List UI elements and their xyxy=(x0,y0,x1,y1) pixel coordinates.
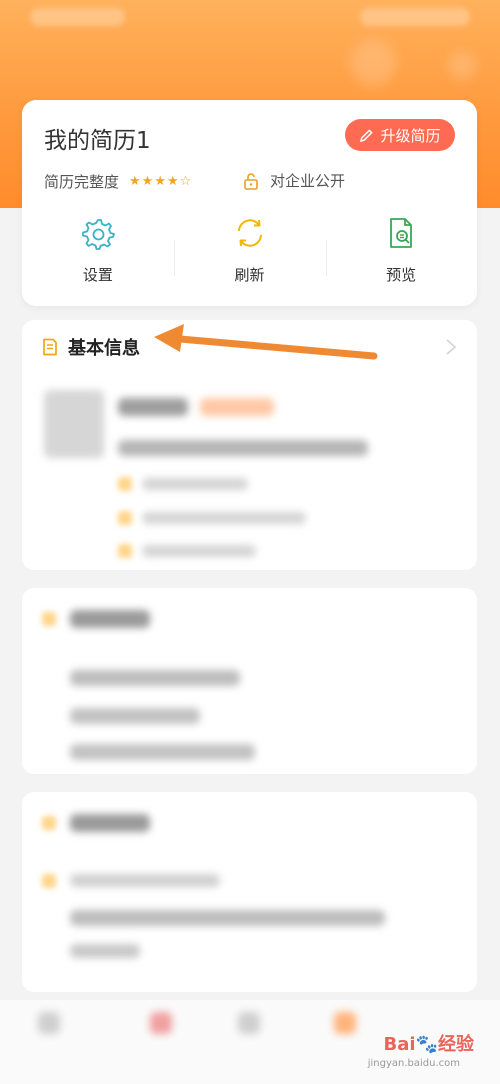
annotation-arrow xyxy=(154,324,378,360)
line-blurred xyxy=(70,744,255,760)
star-filled-icon: ★ xyxy=(154,174,166,189)
line-blurred xyxy=(70,874,220,887)
phone-blurred xyxy=(142,478,248,490)
settings-button[interactable]: 设置 xyxy=(22,216,174,296)
email-icon-blurred xyxy=(118,511,132,525)
tab-icon-blurred[interactable] xyxy=(150,1012,172,1034)
star-filled-icon: ★ xyxy=(129,174,141,189)
work-experience-card xyxy=(22,588,477,774)
watermark-url: jingyan.baidu.com xyxy=(367,1058,460,1069)
document-note-icon xyxy=(43,338,57,356)
avatar-blurred xyxy=(44,390,104,458)
preview-document-icon xyxy=(390,218,413,248)
line-blurred xyxy=(70,708,200,724)
email-blurred xyxy=(142,512,306,524)
refresh-label: 刷新 xyxy=(234,266,265,284)
header-decoration-blurred xyxy=(350,40,396,86)
resume-card: 我的简历1 升级简历 简历完整度 ★ ★ ★ ★ ☆ 对企业公开 设置 刷新 预… xyxy=(22,100,477,306)
header-icon-blurred xyxy=(448,52,476,80)
refresh-icon xyxy=(237,219,262,247)
star-filled-icon: ★ xyxy=(141,174,154,189)
watermark-logo: Bai🐾经验 xyxy=(383,1034,474,1055)
star-filled-icon: ★ xyxy=(166,174,179,189)
status-icons-blurred xyxy=(360,8,470,26)
item-icon-blurred xyxy=(42,874,56,888)
tag-blurred xyxy=(200,398,274,416)
tab-icon-blurred[interactable] xyxy=(334,1012,356,1034)
section-title-blurred xyxy=(70,610,150,628)
resume-completeness: 简历完整度 ★ ★ ★ ★ ☆ xyxy=(44,171,192,192)
gear-icon xyxy=(81,219,115,250)
edit-pencil-icon xyxy=(360,129,373,142)
location-blurred xyxy=(142,545,256,557)
refresh-button[interactable]: 刷新 xyxy=(174,216,326,296)
unlock-icon xyxy=(244,172,258,190)
name-blurred xyxy=(118,398,188,416)
status-bar-blurred xyxy=(30,8,125,26)
section-icon-blurred xyxy=(42,612,56,626)
section-icon-blurred xyxy=(42,816,56,830)
preview-label: 预览 xyxy=(386,266,417,284)
basic-info-header[interactable]: 基本信息 xyxy=(42,334,140,360)
location-icon-blurred xyxy=(118,544,132,558)
line-blurred xyxy=(70,944,140,958)
line-blurred xyxy=(70,670,240,686)
preview-button[interactable]: 预览 xyxy=(325,216,477,296)
tab-icon-blurred[interactable] xyxy=(38,1012,60,1034)
resume-actions: 设置 刷新 预览 xyxy=(22,216,477,296)
phone-icon-blurred xyxy=(118,477,132,491)
public-status-toggle[interactable]: 对企业公开 xyxy=(242,170,345,191)
upgrade-resume-button[interactable]: 升级简历 xyxy=(345,119,455,151)
summary-blurred xyxy=(118,440,368,456)
completeness-stars: ★ ★ ★ ★ ☆ xyxy=(129,175,192,188)
section-title-blurred xyxy=(70,814,150,832)
tab-icon-blurred[interactable] xyxy=(238,1012,260,1034)
chevron-right-icon[interactable] xyxy=(445,338,457,356)
star-empty-icon: ☆ xyxy=(179,174,192,189)
public-status-label: 对企业公开 xyxy=(270,172,346,190)
upgrade-resume-label: 升级简历 xyxy=(380,126,441,145)
education-card xyxy=(22,792,477,992)
completeness-label: 简历完整度 xyxy=(44,173,120,191)
basic-info-title: 基本信息 xyxy=(68,338,140,359)
settings-label: 设置 xyxy=(82,266,113,284)
resume-title: 我的简历1 xyxy=(44,128,151,154)
line-blurred xyxy=(70,910,385,926)
